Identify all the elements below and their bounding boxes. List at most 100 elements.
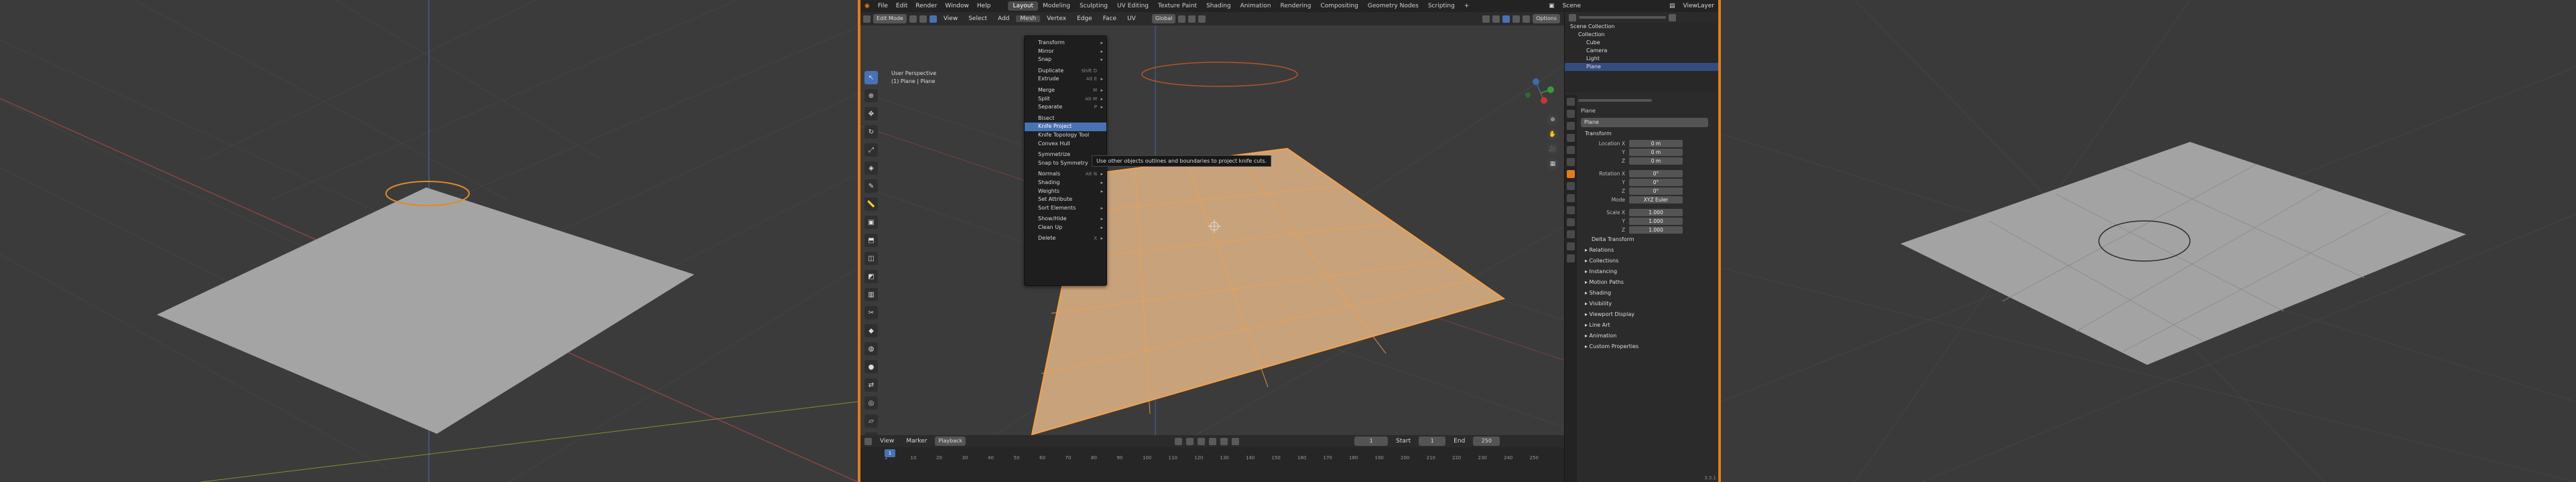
tab-shading[interactable]: Shading	[1202, 1, 1236, 11]
play-icon[interactable]	[1209, 437, 1217, 445]
pivot-icon[interactable]	[1178, 15, 1186, 23]
filter-icon[interactable]	[1669, 13, 1676, 21]
measure-icon[interactable]: 📏	[864, 197, 878, 211]
outliner-row[interactable]: Cube	[1565, 39, 1719, 47]
menu-item[interactable]: Split Alt M ▸	[1025, 95, 1106, 104]
properties-section-header[interactable]: ▸ Viewport Display	[1578, 309, 1719, 320]
menu-item[interactable]: Duplicate Shift D	[1025, 67, 1106, 76]
tab-sculpting[interactable]: Sculpting	[1075, 1, 1112, 11]
properties-section-header[interactable]: ▸ Animation	[1578, 331, 1719, 341]
data-tab-icon[interactable]	[1567, 230, 1575, 238]
right-3d-viewport[interactable]	[1721, 0, 2576, 482]
menu-item-knife-project[interactable]: Knife Project	[1025, 123, 1106, 131]
outliner-row[interactable]: Scene Collection	[1565, 23, 1719, 31]
center-3d-viewport[interactable]: ↖ ⊕ ✥ ↻ ⤢ ◈ ✎ 📏 ▣ ⬒ ◫ ◩ ▥ ✂ ◆ ◍ ● ⇄ ◎ ▱ …	[860, 25, 1564, 435]
header-menu-mesh[interactable]: Mesh	[1016, 15, 1041, 22]
prev-key-icon[interactable]	[1186, 437, 1194, 445]
blender-logo-icon[interactable]: ◉	[860, 3, 874, 9]
smooth-icon[interactable]: ●	[864, 360, 878, 374]
tab-scripting[interactable]: Scripting	[1423, 1, 1460, 11]
timeline-area[interactable]	[860, 447, 1564, 482]
menu-window[interactable]: Window	[941, 3, 973, 9]
face-select-icon[interactable]	[929, 15, 937, 23]
transform-section-header[interactable]: Transform	[1578, 129, 1719, 139]
menu-item[interactable]: Weights ▸	[1025, 187, 1106, 196]
tab-layout[interactable]: Layout	[1008, 1, 1039, 11]
menu-item[interactable]: Shading ▸	[1025, 179, 1106, 187]
particles-tab-icon[interactable]	[1567, 194, 1575, 202]
header-menu-view[interactable]: View	[940, 15, 962, 22]
scale-z-field[interactable]: 1.000	[1629, 226, 1683, 234]
menu-item[interactable]: Extrude Alt E ▸	[1025, 75, 1106, 84]
inset-icon[interactable]: ◫	[864, 252, 878, 265]
tab-texture-paint[interactable]: Texture Paint	[1153, 1, 1202, 11]
move-icon[interactable]: ✥	[864, 107, 878, 120]
tool-tab-icon[interactable]	[1567, 98, 1575, 106]
menu-item[interactable]: Bisect	[1025, 114, 1106, 123]
loop-cut-icon[interactable]: ▥	[864, 288, 878, 301]
view-layer-name[interactable]: ViewLayer	[1679, 3, 1718, 9]
outliner-row[interactable]: Light	[1565, 55, 1719, 63]
menu-item[interactable]: Set Attribute	[1025, 195, 1106, 204]
spin-icon[interactable]: ◍	[864, 342, 878, 355]
editor-type-icon[interactable]	[863, 15, 871, 23]
scene-tab-icon[interactable]	[1567, 146, 1575, 154]
edge-select-icon[interactable]	[919, 15, 927, 23]
zoom-icon[interactable]: ⊕	[1547, 114, 1559, 126]
shading-rendered-icon[interactable]	[1523, 15, 1531, 23]
camera-view-icon[interactable]: 🎥	[1547, 143, 1559, 155]
menu-render[interactable]: Render	[911, 3, 941, 9]
annotate-icon[interactable]: ✎	[864, 179, 878, 193]
properties-section-header[interactable]: ▸ Motion Paths	[1578, 277, 1719, 288]
header-menu-vertex[interactable]: Vertex	[1043, 15, 1070, 22]
add-cube-icon[interactable]: ▣	[864, 216, 878, 229]
constraints-tab-icon[interactable]	[1567, 218, 1575, 226]
play-reverse-icon[interactable]	[1198, 437, 1206, 445]
jump-start-icon[interactable]	[1175, 437, 1183, 445]
tab-geometry-nodes[interactable]: Geometry Nodes	[1363, 1, 1423, 11]
menu-item[interactable]: Convex Hull	[1025, 140, 1106, 149]
add-workspace-button[interactable]: +	[1460, 1, 1474, 11]
pan-icon[interactable]: ✋	[1547, 129, 1559, 141]
properties-section-header[interactable]: ▸ Instancing	[1578, 266, 1719, 277]
current-frame-field[interactable]: 1	[1354, 436, 1389, 446]
view-layer-tab-icon[interactable]	[1567, 134, 1575, 142]
scale-y-field[interactable]: 1.000	[1629, 218, 1683, 225]
transform-icon[interactable]: ◈	[864, 161, 878, 175]
location-y-field[interactable]: 0 m	[1629, 149, 1683, 156]
header-menu-add[interactable]: Add	[994, 15, 1013, 22]
navigation-gizmo[interactable]	[1524, 76, 1557, 110]
material-tab-icon[interactable]	[1567, 242, 1575, 250]
menu-item[interactable]: Merge M ▸	[1025, 86, 1106, 95]
object-tab-icon[interactable]	[1567, 170, 1575, 178]
outliner-editor-icon[interactable]	[1569, 13, 1576, 21]
outliner-search[interactable]	[1579, 16, 1666, 19]
shrink-fatten-icon[interactable]: ◎	[864, 396, 878, 410]
extrude-icon[interactable]: ⬒	[864, 234, 878, 247]
delta-transform-section[interactable]: Delta Transform	[1578, 234, 1719, 245]
header-menu-select[interactable]: Select	[964, 15, 991, 22]
jump-end-icon[interactable]	[1232, 437, 1240, 445]
timeline-menu-playback[interactable]: Playback	[935, 436, 966, 446]
menu-file[interactable]: File	[874, 3, 892, 9]
proportional-edit-icon[interactable]	[1198, 15, 1206, 23]
physics-tab-icon[interactable]	[1567, 206, 1575, 214]
start-frame-field[interactable]: 1	[1419, 436, 1446, 446]
properties-search[interactable]	[1578, 99, 1652, 102]
poly-build-icon[interactable]: ◆	[864, 324, 878, 337]
menu-item[interactable]: Mirror ▸	[1025, 48, 1106, 56]
properties-section-header[interactable]: ▸ Collections	[1578, 256, 1719, 266]
overlays-icon[interactable]	[1482, 15, 1490, 23]
tab-animation[interactable]: Animation	[1236, 1, 1276, 11]
timeline-editor-icon[interactable]	[864, 437, 872, 445]
menu-item[interactable]: Delete X ▸	[1025, 234, 1106, 243]
outliner-row[interactable]: Camera	[1565, 47, 1719, 55]
properties-section-header[interactable]: ▸ Line Art	[1578, 320, 1719, 331]
options-button[interactable]: Options	[1533, 14, 1560, 23]
shading-material-icon[interactable]	[1512, 15, 1521, 23]
tab-rendering[interactable]: Rendering	[1276, 1, 1316, 11]
menu-item[interactable]: Normals Alt N ▸	[1025, 170, 1106, 179]
tab-compositing[interactable]: Compositing	[1315, 1, 1362, 11]
bevel-icon[interactable]: ◩	[864, 270, 878, 283]
cursor-icon[interactable]: ⊕	[864, 89, 878, 102]
